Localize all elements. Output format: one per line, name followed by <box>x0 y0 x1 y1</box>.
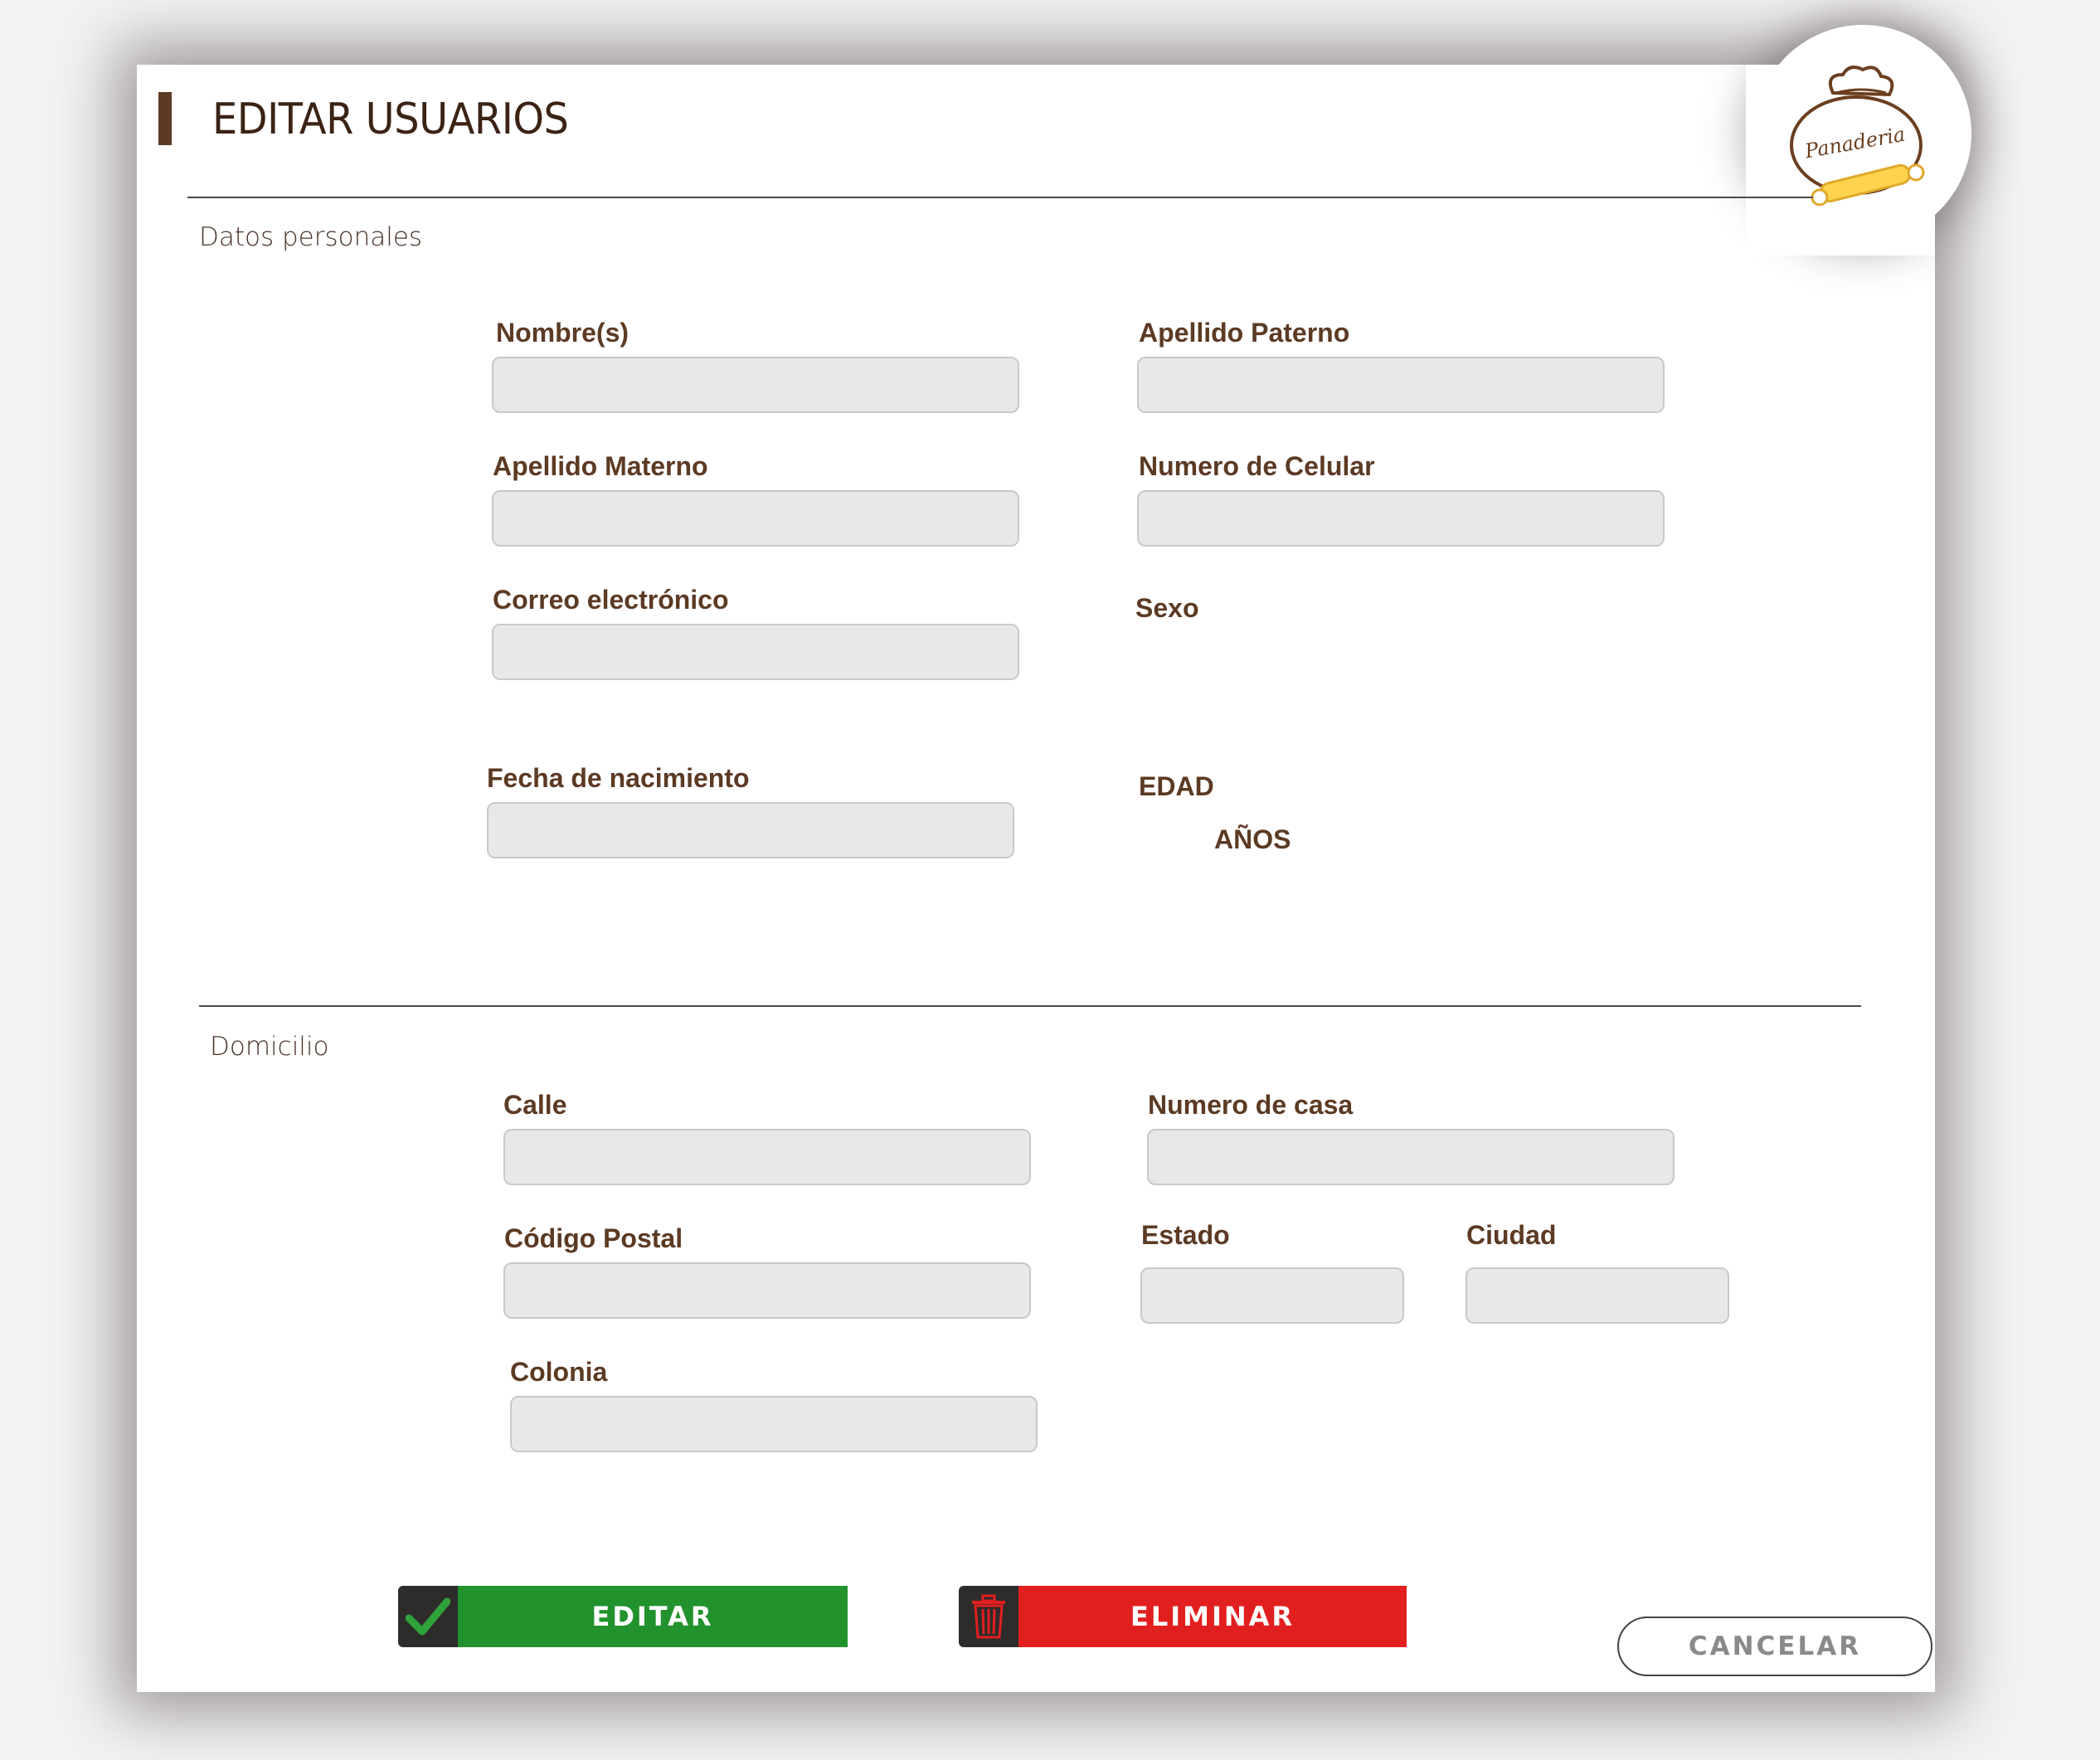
delete-button[interactable]: ELIMINAR <box>959 1586 1407 1647</box>
section-domicilio-title: Domicilio <box>210 1032 329 1062</box>
bakery-logo: Panaderia <box>1790 66 1925 207</box>
celular-input[interactable] <box>1137 490 1665 547</box>
celular-label: Numero de Celular <box>1139 451 1375 481</box>
numero-casa-label: Numero de casa <box>1148 1090 1354 1120</box>
edit-button[interactable]: EDITAR <box>398 1586 848 1647</box>
fecha-nacimiento-input[interactable] <box>487 802 1014 858</box>
section-divider <box>199 1005 1861 1007</box>
estado-label: Estado <box>1141 1220 1230 1250</box>
ciudad-input[interactable] <box>1466 1267 1729 1324</box>
edit-button-label: EDITAR <box>458 1586 848 1647</box>
numero-casa-input[interactable] <box>1147 1129 1675 1185</box>
calle-label: Calle <box>503 1090 567 1120</box>
fecha-nacimiento-label: Fecha de nacimiento <box>487 763 750 793</box>
apellido-paterno-input[interactable] <box>1137 357 1665 413</box>
nombre-label: Nombre(s) <box>496 318 630 348</box>
delete-button-label: ELIMINAR <box>1018 1586 1407 1647</box>
estado-input[interactable] <box>1140 1267 1404 1324</box>
anos-label: AÑOS <box>1214 824 1291 854</box>
calle-input[interactable] <box>503 1129 1031 1185</box>
cancel-button[interactable]: CANCELAR <box>1617 1617 1932 1676</box>
colonia-input[interactable] <box>510 1396 1038 1452</box>
colonia-label: Colonia <box>510 1357 608 1387</box>
page-title: EDITAR USUARIOS <box>212 95 569 144</box>
section-personal-title: Datos personales <box>199 222 423 252</box>
svg-text:Panaderia: Panaderia <box>1802 123 1907 163</box>
sexo-label: Sexo <box>1135 593 1199 623</box>
correo-label: Correo electrónico <box>493 585 729 615</box>
correo-input[interactable] <box>492 624 1019 680</box>
nombre-input[interactable] <box>492 357 1019 413</box>
codigo-postal-label: Código Postal <box>504 1223 683 1253</box>
edad-label: EDAD <box>1139 771 1214 801</box>
title-accent-bar <box>158 92 172 145</box>
checkmark-icon <box>398 1586 458 1647</box>
apellido-materno-label: Apellido Materno <box>493 451 708 481</box>
apellido-paterno-label: Apellido Paterno <box>1139 318 1350 348</box>
apellido-materno-input[interactable] <box>492 490 1019 547</box>
codigo-postal-input[interactable] <box>503 1262 1031 1319</box>
ciudad-label: Ciudad <box>1466 1220 1557 1250</box>
trash-icon <box>959 1586 1018 1647</box>
header-divider <box>187 197 1813 198</box>
